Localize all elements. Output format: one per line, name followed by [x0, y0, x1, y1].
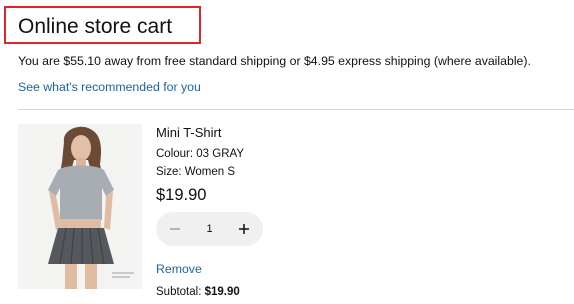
decrease-quantity-button[interactable]	[158, 212, 192, 246]
minus-icon	[170, 228, 180, 230]
product-image[interactable]	[18, 124, 142, 289]
quantity-stepper: 1	[156, 212, 263, 246]
increase-quantity-button[interactable]	[227, 212, 261, 246]
product-photo-icon	[18, 124, 142, 289]
product-price: $19.90	[156, 186, 207, 204]
product-colour: Colour: 03 GRAY	[156, 148, 244, 160]
cart-page: Online store cart You are $55.10 away fr…	[0, 0, 574, 304]
remove-item-link[interactable]: Remove	[156, 261, 202, 277]
plus-icon	[239, 224, 249, 234]
product-name[interactable]: Mini T-Shirt	[156, 125, 222, 141]
section-divider	[18, 109, 574, 110]
product-size: Size: Women S	[156, 166, 236, 178]
item-subtotal: Subtotal: $19.90	[156, 285, 240, 299]
subtotal-label: Subtotal:	[156, 286, 205, 298]
shipping-threshold-message: You are $55.10 away from free standard s…	[18, 54, 531, 68]
page-title: Online store cart	[18, 15, 173, 38]
recommendations-link[interactable]: See what's recommended for you	[18, 79, 201, 95]
quantity-value[interactable]: 1	[192, 212, 227, 246]
subtotal-value: $19.90	[204, 286, 240, 298]
